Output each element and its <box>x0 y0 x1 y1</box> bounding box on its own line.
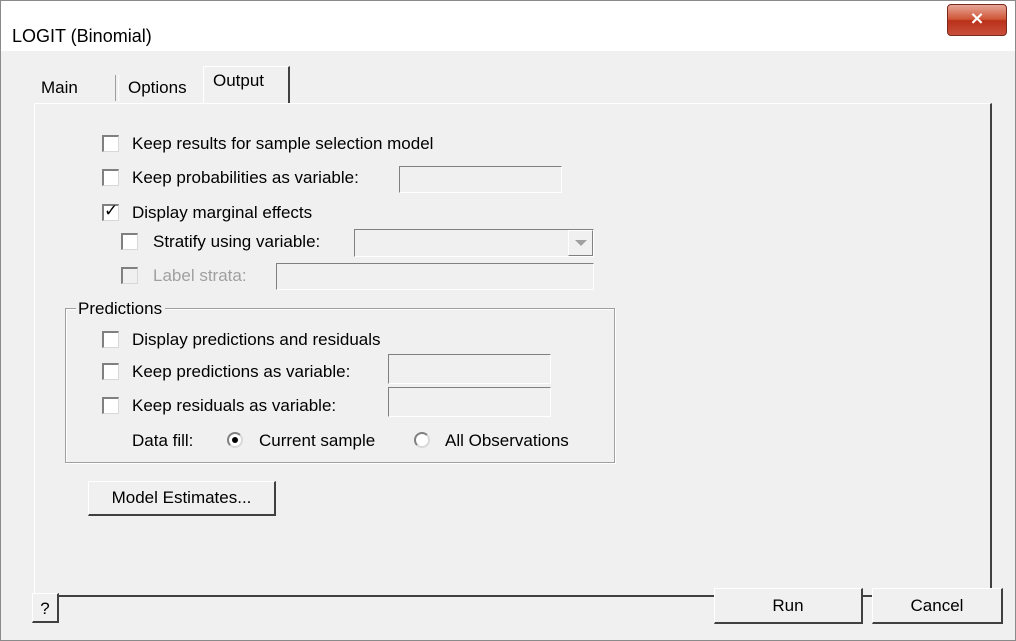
keep-predictions-field[interactable] <box>388 354 551 384</box>
dropdown-button[interactable] <box>568 230 593 256</box>
label-strata-field <box>276 263 594 290</box>
keep-predictions-label: Keep predictions as variable: <box>132 362 351 381</box>
tab-output-label: Output <box>213 71 265 90</box>
close-button[interactable]: × <box>947 4 1007 36</box>
keep-probabilities-label: Keep probabilities as variable: <box>132 168 359 187</box>
display-marginal-label: Display marginal effects <box>132 203 313 222</box>
model-estimates-button[interactable]: Model Estimates... <box>88 481 276 516</box>
radio-selected-dot <box>232 437 238 443</box>
all-observations-radio[interactable] <box>414 432 430 448</box>
data-fill-label: Data fill: <box>132 431 194 450</box>
display-marginal-checkbox[interactable]: ✓ <box>102 201 119 221</box>
stratify-checkbox[interactable] <box>121 233 138 250</box>
cancel-button[interactable]: Cancel <box>872 588 1003 624</box>
label-strata-checkbox <box>121 267 138 284</box>
help-button[interactable]: ? <box>32 593 59 623</box>
checkmark-icon: ✓ <box>104 201 119 221</box>
title-bar: LOGIT (Binomial) × <box>1 1 1015 51</box>
keep-results-checkbox[interactable] <box>102 135 119 152</box>
predictions-group-title: Predictions <box>76 299 166 319</box>
run-label: Run <box>772 596 804 615</box>
tab-main[interactable]: Main <box>41 73 78 103</box>
model-estimates-label: Model Estimates... <box>111 488 252 507</box>
run-button[interactable]: Run <box>714 588 863 624</box>
label-strata-label: Label strata: <box>153 266 247 285</box>
tab-separator <box>115 75 119 101</box>
keep-residuals-field[interactable] <box>388 387 551 417</box>
display-predictions-checkbox[interactable] <box>102 331 119 348</box>
all-observations-label: All Observations <box>445 431 569 450</box>
dialog-window: LOGIT (Binomial) × Main Options Output K… <box>0 0 1016 641</box>
keep-residuals-checkbox[interactable] <box>102 397 119 414</box>
stratify-label: Stratify using variable: <box>153 232 321 251</box>
current-sample-label: Current sample <box>259 431 376 450</box>
keep-predictions-checkbox[interactable] <box>102 363 119 380</box>
tab-options[interactable]: Options <box>128 73 187 103</box>
chevron-down-icon <box>575 240 587 246</box>
help-label: ? <box>40 599 50 618</box>
keep-probabilities-checkbox[interactable] <box>102 169 119 186</box>
close-icon: × <box>969 8 985 29</box>
keep-probabilities-field[interactable] <box>399 166 562 193</box>
stratify-dropdown[interactable] <box>354 229 594 257</box>
keep-results-label: Keep results for sample selection model <box>132 134 434 153</box>
cancel-label: Cancel <box>910 596 964 615</box>
display-predictions-label: Display predictions and residuals <box>132 330 381 349</box>
current-sample-radio[interactable] <box>227 432 243 448</box>
keep-residuals-label: Keep residuals as variable: <box>132 396 337 415</box>
tab-output[interactable]: Output <box>203 66 290 104</box>
window-title: LOGIT (Binomial) <box>12 26 152 46</box>
